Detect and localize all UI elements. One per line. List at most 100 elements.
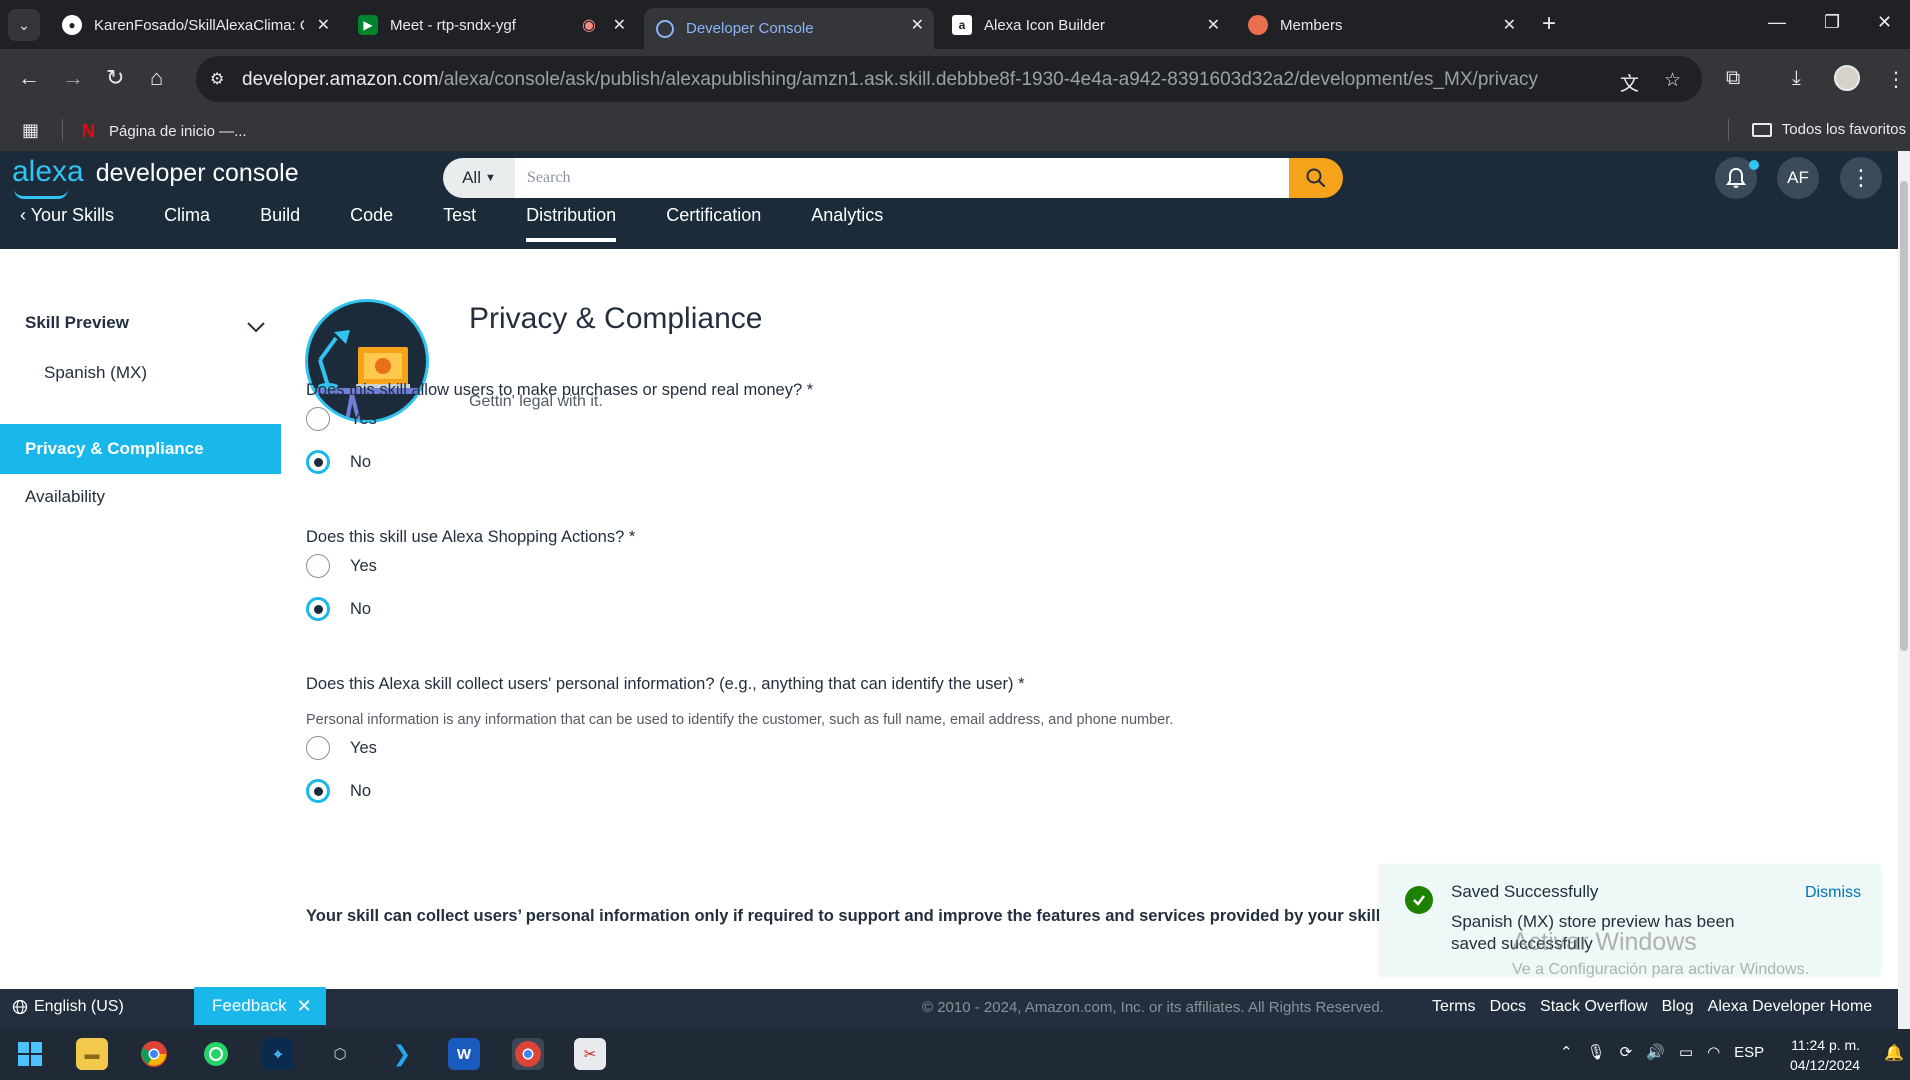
close-icon[interactable]: ✕ xyxy=(317,15,330,35)
kebab-menu-icon[interactable]: ⋮ xyxy=(1886,67,1906,92)
reload-icon[interactable]: ↻ xyxy=(106,67,124,89)
more-menu-button[interactable]: ⋮ xyxy=(1840,157,1882,199)
search-input[interactable] xyxy=(515,158,1289,198)
minimize-icon[interactable]: — xyxy=(1768,12,1786,33)
diagram-app-icon[interactable]: ⌖ xyxy=(262,1038,294,1070)
tab-github[interactable]: ● KarenFosado/SkillAlexaClima: C ✕ xyxy=(50,8,340,42)
window-close-icon[interactable]: ✕ xyxy=(1877,12,1892,33)
sidebar-item-privacy-compliance[interactable]: Privacy & Compliance xyxy=(0,424,281,474)
scrollbar-thumb[interactable] xyxy=(1900,181,1908,651)
file-explorer-icon[interactable]: ▬ xyxy=(76,1038,108,1070)
radio-button[interactable] xyxy=(306,736,330,760)
whatsapp-icon[interactable] xyxy=(200,1038,232,1070)
radio-button[interactable] xyxy=(306,450,330,474)
url-text[interactable]: developer.amazon.com/alexa/console/ask/p… xyxy=(242,69,1538,91)
radio-button[interactable] xyxy=(306,597,330,621)
close-icon[interactable]: ✕ xyxy=(613,15,626,35)
tab-search-button[interactable]: ⌄ xyxy=(8,9,40,41)
close-icon[interactable]: ✕ xyxy=(1207,15,1220,35)
close-icon[interactable]: ✕ xyxy=(911,15,924,35)
new-tab-button[interactable]: + xyxy=(1542,12,1556,36)
tab-build[interactable]: Build xyxy=(260,205,300,242)
close-icon[interactable]: ✕ xyxy=(297,996,312,1017)
footer-link-blog[interactable]: Blog xyxy=(1662,998,1694,1016)
search-scope-dropdown[interactable]: All ▼ xyxy=(443,158,515,198)
chrome-icon[interactable] xyxy=(138,1038,170,1070)
wifi-icon[interactable]: ◠ xyxy=(1707,1043,1720,1061)
footer-link-alexa-home[interactable]: Alexa Developer Home xyxy=(1708,998,1873,1016)
question-shopping-actions: Does this skill use Alexa Shopping Actio… xyxy=(306,528,636,546)
vscode-icon[interactable]: ❯ xyxy=(386,1038,418,1070)
dismiss-button[interactable]: Dismiss xyxy=(1805,884,1861,902)
tab-developer-console[interactable]: Developer Console ✕ xyxy=(644,8,934,49)
system-clock[interactable]: 11:24 p. m. 04/12/2024 xyxy=(1790,1035,1860,1075)
tab-distribution[interactable]: Distribution xyxy=(526,205,617,242)
radio-label: No xyxy=(350,781,372,800)
radio-shopping-no[interactable]: No xyxy=(306,597,371,621)
tab-members[interactable]: Members ✕ xyxy=(1236,8,1526,42)
chevron-down-icon[interactable] xyxy=(246,317,266,338)
footer-link-stack-overflow[interactable]: Stack Overflow xyxy=(1540,998,1648,1016)
radio-purchases-yes[interactable]: Yes xyxy=(306,407,377,431)
snipping-tool-icon[interactable]: ✂ xyxy=(574,1038,606,1070)
language-selector[interactable]: English (US) xyxy=(12,998,124,1016)
star-icon[interactable]: ☆ xyxy=(1664,69,1681,92)
notification-dot xyxy=(1749,160,1759,170)
feedback-button[interactable]: Feedback ✕ xyxy=(194,987,326,1025)
user-avatar[interactable]: AF xyxy=(1777,157,1819,199)
address-bar[interactable]: ⚙ developer.amazon.com/alexa/console/ask… xyxy=(196,56,1702,102)
input-language[interactable]: ESP xyxy=(1734,1044,1764,1061)
nav-your-skills[interactable]: ‹ Your Skills xyxy=(20,205,114,242)
radio-personal-yes[interactable]: Yes xyxy=(306,736,377,760)
radio-button[interactable] xyxy=(306,407,330,431)
extensions-icon[interactable]: ⧉ xyxy=(1726,67,1740,90)
tab-code[interactable]: Code xyxy=(350,205,393,242)
windows-start-icon[interactable] xyxy=(14,1038,46,1070)
radio-button[interactable] xyxy=(306,779,330,803)
amazon-icon: a xyxy=(952,15,972,35)
tab-analytics[interactable]: Analytics xyxy=(811,205,883,242)
apps-grid-icon[interactable]: ▦ xyxy=(22,120,39,141)
home-icon[interactable]: ⌂ xyxy=(150,67,163,89)
page-scrollbar[interactable] xyxy=(1898,151,1910,1029)
battery-icon[interactable]: ▭ xyxy=(1679,1043,1693,1061)
back-arrow-icon[interactable]: ← xyxy=(18,67,40,89)
sidebar-section-skill-preview[interactable]: Skill Preview xyxy=(25,313,129,333)
tab-certification[interactable]: Certification xyxy=(666,205,761,242)
word-icon[interactable]: W xyxy=(448,1038,480,1070)
tab-title: KarenFosado/SkillAlexaClima: C xyxy=(94,16,304,34)
restore-icon[interactable]: ❐ xyxy=(1824,12,1840,33)
tab-test[interactable]: Test xyxy=(443,205,476,242)
site-info-icon[interactable]: ⚙ xyxy=(210,69,224,89)
translate-icon[interactable]: 文 xyxy=(1620,69,1639,96)
unity-icon[interactable]: ⬡ xyxy=(324,1038,356,1070)
volume-icon[interactable]: 🔊 xyxy=(1646,1043,1665,1061)
nav-skill-name[interactable]: Clima xyxy=(164,205,210,242)
notifications-bell-icon[interactable]: 🔔 xyxy=(1884,1043,1904,1063)
microphone-icon[interactable]: 🎙 xyxy=(1587,1043,1606,1061)
tab-meet[interactable]: ▶ Meet - rtp-sndx-ygf ◉ ✕ xyxy=(346,8,636,42)
all-bookmarks[interactable]: Todos los favoritos xyxy=(1751,121,1910,138)
chevron-up-icon[interactable]: ⌃ xyxy=(1560,1043,1573,1061)
forward-arrow-icon[interactable]: → xyxy=(62,67,84,89)
bookmark-netflix[interactable]: N Página de inicio —... xyxy=(82,121,247,142)
profile-avatar[interactable] xyxy=(1834,65,1860,91)
radio-button[interactable] xyxy=(306,554,330,578)
divider xyxy=(62,119,63,141)
download-icon[interactable]: ⤓ xyxy=(1792,67,1801,90)
footer-link-docs[interactable]: Docs xyxy=(1490,998,1526,1016)
close-icon[interactable]: ✕ xyxy=(1503,15,1516,35)
sync-icon[interactable]: ⟳ xyxy=(1620,1043,1633,1061)
radio-purchases-no[interactable]: No xyxy=(306,450,371,474)
tab-alexa-icon-builder[interactable]: a Alexa Icon Builder ✕ xyxy=(940,8,1230,42)
sidebar-item-spanish-mx[interactable]: Spanish (MX) xyxy=(44,363,147,383)
search-button[interactable] xyxy=(1289,158,1343,198)
alexa-logo[interactable]: alexa developer console xyxy=(12,155,299,189)
chrome-profile-icon[interactable] xyxy=(512,1038,544,1070)
radio-personal-no[interactable]: No xyxy=(306,779,371,803)
windows-activation-subtitle: Ve a Configuración para activar Windows. xyxy=(1512,961,1810,978)
footer-link-terms[interactable]: Terms xyxy=(1432,998,1476,1016)
sidebar-item-availability[interactable]: Availability xyxy=(25,487,105,507)
console-header: alexa developer console All ▼ AF ⋮ ‹ Yo xyxy=(0,151,1898,249)
radio-shopping-yes[interactable]: Yes xyxy=(306,554,377,578)
